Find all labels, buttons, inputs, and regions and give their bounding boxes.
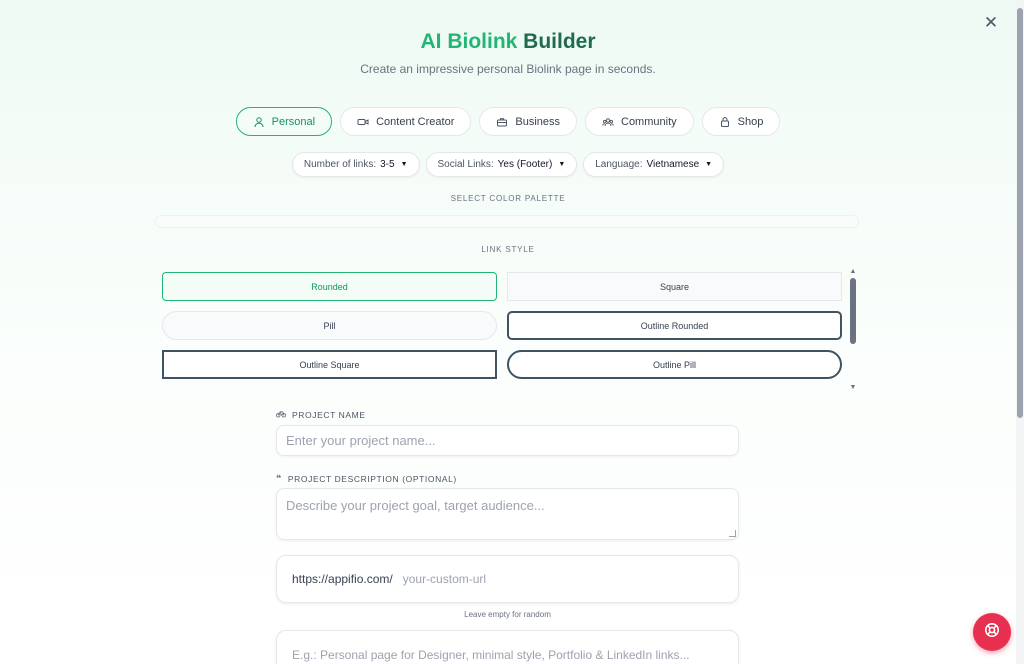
page-title: AI Biolink Builder — [0, 30, 1016, 54]
color-palette-strip[interactable] — [155, 215, 859, 228]
social-links-label: Social Links: — [437, 159, 494, 170]
language-value: Vietnamese — [646, 159, 700, 170]
url-prefix: https://appifio.com/ — [292, 572, 393, 586]
tab-content-creator[interactable]: Content Creator — [340, 107, 472, 136]
custom-url-field[interactable]: https://appifio.com/ your-custom-url — [276, 555, 739, 603]
link-style-outline-pill[interactable]: Outline Pill — [507, 350, 842, 379]
social-links-value: Yes (Footer) — [497, 159, 553, 170]
link-style-heading: LINK STYLE — [481, 245, 535, 254]
project-description-textarea[interactable]: Describe your project goal, target audie… — [276, 488, 739, 540]
page-scrollbar[interactable] — [1016, 0, 1024, 664]
social-links-dropdown[interactable]: Social Links: Yes (Footer) ▼ — [425, 152, 578, 177]
link-style-pill[interactable]: Pill — [162, 311, 497, 340]
resize-handle-icon[interactable] — [729, 530, 736, 537]
page-scrollbar-thumb[interactable] — [1017, 8, 1023, 418]
scroll-up-arrow-icon[interactable]: ▲ — [849, 268, 857, 276]
category-tabs: Personal Content Creator Business Commun… — [0, 107, 1016, 136]
page-subtitle: Create an impressive personal Biolink pa… — [360, 62, 656, 76]
user-icon — [253, 116, 265, 128]
link-style-grid: Rounded Square Pill Outline Rounded Outl… — [162, 272, 843, 379]
number-of-links-label: Number of links: — [303, 159, 377, 170]
color-palette-heading: SELECT COLOR PALETTE — [450, 194, 566, 203]
link-style-scrollbar-thumb[interactable] — [850, 278, 856, 344]
link-style-outline-square[interactable]: Outline Square — [162, 350, 497, 379]
group-icon — [602, 116, 614, 128]
title-part-builder: Builder — [523, 30, 596, 53]
language-label: Language: — [595, 159, 643, 170]
tab-shop[interactable]: Shop — [701, 107, 781, 136]
tab-shop-label: Shop — [737, 115, 764, 128]
project-name-label-text: PROJECT NAME — [292, 409, 366, 420]
lock-icon — [719, 116, 731, 128]
tab-community[interactable]: Community — [585, 107, 694, 136]
number-of-links-dropdown[interactable]: Number of links: 3-5 ▼ — [291, 152, 420, 177]
tab-personal-label: Personal — [271, 115, 316, 128]
tab-content-creator-label: Content Creator — [376, 115, 455, 128]
custom-url-input[interactable]: your-custom-url — [403, 572, 486, 586]
filter-bar: Number of links: 3-5 ▼ Social Links: Yes… — [0, 152, 1016, 177]
scroll-down-arrow-icon[interactable]: ▼ — [849, 384, 857, 392]
project-description-label: ❝ PROJECT DESCRIPTION (OPTIONAL) — [276, 473, 457, 484]
prompt-textarea[interactable]: E.g.: Personal page for Designer, minima… — [276, 630, 739, 664]
lifebuoy-icon — [984, 622, 1000, 643]
caret-down-icon: ▼ — [705, 161, 713, 168]
number-of-links-value: 3-5 — [380, 159, 395, 170]
video-icon — [357, 116, 369, 128]
project-description-placeholder: Describe your project goal, target audie… — [286, 498, 545, 513]
link-style-rounded[interactable]: Rounded — [162, 272, 497, 301]
link-style-outline-rounded[interactable]: Outline Rounded — [507, 311, 842, 340]
link-style-square[interactable]: Square — [507, 272, 842, 301]
project-name-input[interactable]: Enter your project name... — [276, 425, 739, 456]
bicycle-icon — [275, 409, 287, 420]
prompt-placeholder: E.g.: Personal page for Designer, minima… — [292, 648, 690, 662]
project-name-placeholder: Enter your project name... — [286, 433, 436, 448]
link-style-scrollbar[interactable]: ▲ ▼ — [849, 268, 857, 392]
project-description-label-text: PROJECT DESCRIPTION (OPTIONAL) — [287, 473, 457, 484]
custom-url-hint: Leave empty for random — [464, 610, 551, 619]
tab-business-label: Business — [515, 115, 560, 128]
title-part-ai-biolink: AI Biolink — [420, 30, 518, 53]
tab-business[interactable]: Business — [479, 107, 577, 136]
briefcase-icon — [496, 116, 508, 128]
caret-down-icon: ▼ — [400, 161, 408, 168]
project-name-label: PROJECT NAME — [275, 409, 366, 420]
tab-community-label: Community — [621, 115, 677, 128]
caret-down-icon: ▼ — [558, 161, 566, 168]
quote-icon: ❝ — [276, 473, 282, 483]
help-button[interactable] — [973, 613, 1011, 651]
tab-personal[interactable]: Personal — [235, 107, 333, 136]
language-dropdown[interactable]: Language: Vietnamese ▼ — [583, 152, 725, 177]
